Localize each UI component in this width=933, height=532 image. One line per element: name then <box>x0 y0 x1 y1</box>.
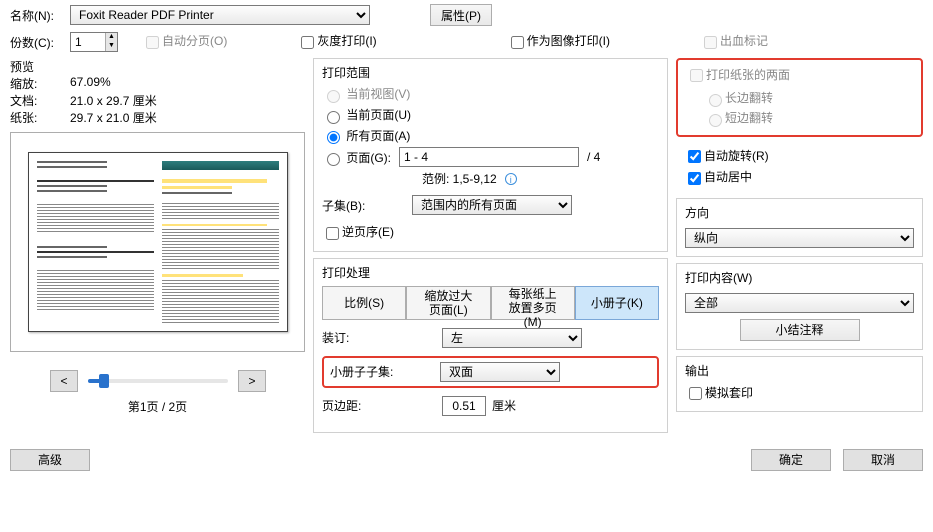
binding-label: 装订: <box>322 329 412 346</box>
zoom-value: 67.09% <box>70 75 111 92</box>
doc-size-label: 文档: <box>10 92 70 109</box>
duplex-checkbox[interactable]: 打印纸张的两面 <box>686 68 790 82</box>
range-pages-radio[interactable]: 页面(G): <box>322 149 391 167</box>
auto-rotate-checkbox[interactable]: 自动旋转(R) <box>684 147 915 166</box>
page-slider[interactable] <box>88 379 228 383</box>
copies-up[interactable]: ▲ <box>105 33 117 42</box>
reverse-order-checkbox[interactable]: 逆页序(E) <box>322 225 394 239</box>
range-all-pages-radio[interactable]: 所有页面(A) <box>322 127 410 145</box>
properties-button[interactable]: 属性(P) <box>430 4 492 26</box>
copies-label: 份数(C): <box>10 34 70 51</box>
paper-size-value: 29.7 x 21.0 厘米 <box>70 109 157 126</box>
print-handling-title: 打印处理 <box>322 264 659 281</box>
print-content-label: 打印内容(W) <box>685 269 914 286</box>
paper-size-label: 纸张: <box>10 109 70 126</box>
collate-checkbox[interactable]: 自动分页(O) <box>142 32 227 51</box>
print-as-image-checkbox[interactable]: 作为图像打印(I) <box>507 32 610 51</box>
printer-name-label: 名称(N): <box>10 7 70 24</box>
binding-select[interactable]: 左 <box>442 328 582 348</box>
pages-total: / 4 <box>587 150 600 164</box>
tab-scale[interactable]: 比例(S) <box>322 286 406 320</box>
next-page-button[interactable]: > <box>238 370 266 392</box>
flip-long-edge-radio[interactable]: 长边翻转 <box>704 89 913 107</box>
print-range-title: 打印范围 <box>322 64 659 81</box>
grayscale-checkbox[interactable]: 灰度打印(I) <box>297 32 376 51</box>
bleed-marks-checkbox[interactable]: 出血标记 <box>700 32 768 51</box>
summarize-comments-button[interactable]: 小结注释 <box>740 319 860 341</box>
booklet-subset-select[interactable]: 双面 <box>440 362 560 382</box>
preview-title: 预览 <box>10 58 305 75</box>
advanced-button[interactable]: 高级 <box>10 449 90 471</box>
flip-short-edge-radio[interactable]: 短边翻转 <box>704 109 913 127</box>
doc-size-value: 21.0 x 29.7 厘米 <box>70 92 157 109</box>
output-title: 输出 <box>685 362 914 379</box>
tab-tile[interactable]: 缩放过大 页面(L) <box>406 286 490 320</box>
pages-example: 范例: 1,5-9,12 <box>422 170 497 187</box>
subset-label: 子集(B): <box>322 197 412 214</box>
auto-center-checkbox[interactable]: 自动居中 <box>684 168 915 187</box>
range-current-page-radio[interactable]: 当前页面(U) <box>322 106 411 124</box>
orientation-select[interactable]: 纵向 <box>685 228 914 248</box>
preview-thumbnail <box>10 132 305 352</box>
margin-unit: 厘米 <box>492 397 516 414</box>
zoom-label: 缩放: <box>10 75 70 92</box>
info-icon[interactable]: i <box>505 173 517 185</box>
subset-select[interactable]: 范围内的所有页面 <box>412 195 572 215</box>
margin-input[interactable] <box>442 396 486 416</box>
copies-stepper[interactable]: ▲▼ <box>70 32 118 52</box>
pages-input[interactable] <box>399 147 579 167</box>
orientation-title: 方向 <box>685 204 914 221</box>
simulate-overprint-checkbox[interactable]: 模拟套印 <box>685 384 914 403</box>
margin-label: 页边距: <box>322 397 412 414</box>
print-content-select[interactable]: 全部 <box>685 293 914 313</box>
prev-page-button[interactable]: < <box>50 370 78 392</box>
page-indicator: 第1页 / 2页 <box>10 398 305 415</box>
copies-down[interactable]: ▼ <box>105 42 117 51</box>
range-current-view-radio[interactable]: 当前视图(V) <box>322 85 410 103</box>
ok-button[interactable]: 确定 <box>751 449 831 471</box>
tab-multi[interactable]: 每张纸上 放置多页(M) <box>491 286 575 320</box>
tab-booklet[interactable]: 小册子(K) <box>575 286 659 320</box>
booklet-subset-label: 小册子子集: <box>330 363 440 380</box>
printer-select[interactable]: Foxit Reader PDF Printer <box>70 5 370 25</box>
cancel-button[interactable]: 取消 <box>843 449 923 471</box>
